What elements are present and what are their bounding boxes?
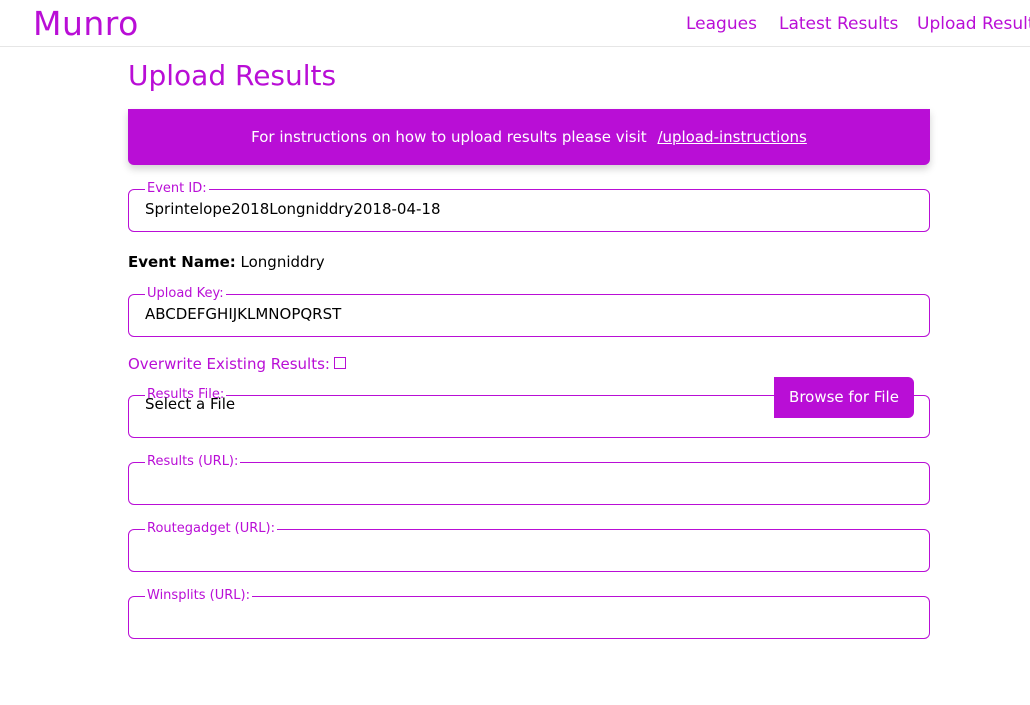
upload-key-input[interactable]: ABCDEFGHIJKLMNOPQRST: [145, 301, 913, 324]
results-url-input[interactable]: [145, 469, 913, 472]
overwrite-checkbox[interactable]: [334, 357, 346, 369]
winsplits-url-input[interactable]: [145, 603, 913, 606]
banner-text: For instructions on how to upload result…: [251, 128, 647, 146]
winsplits-url-field[interactable]: Winsplits (URL):: [128, 589, 930, 639]
event-name-value: Longniddry: [240, 253, 325, 271]
navbar: Munro Leagues Latest Results Upload Resu…: [0, 0, 1030, 47]
routegadget-url-field[interactable]: Routegadget (URL):: [128, 522, 930, 572]
upload-key-label: Upload Key:: [147, 286, 224, 301]
nav-link-upload-results[interactable]: Upload Results: [917, 13, 1030, 35]
browse-for-file-button[interactable]: Browse for File: [774, 377, 914, 418]
upload-key-field[interactable]: Upload Key: ABCDEFGHIJKLMNOPQRST: [128, 287, 930, 337]
event-name: Event Name: Longniddry: [128, 252, 325, 272]
results-file-field[interactable]: Results File: Select a File Browse for F…: [128, 377, 930, 438]
winsplits-url-label: Winsplits (URL):: [147, 588, 250, 603]
results-file-row: Select a File Browse for File: [145, 377, 914, 434]
routegadget-url-input[interactable]: [145, 536, 913, 539]
event-id-input[interactable]: Sprintelope2018Longniddry2018-04-18: [145, 196, 913, 219]
page-title: Upload Results: [128, 59, 337, 92]
event-name-label: Event Name:: [128, 253, 236, 271]
results-url-label: Results (URL):: [147, 454, 239, 469]
instructions-banner: For instructions on how to upload result…: [128, 109, 930, 165]
event-id-field[interactable]: Event ID: Sprintelope2018Longniddry2018-…: [128, 182, 930, 232]
routegadget-url-label: Routegadget (URL):: [147, 521, 276, 536]
results-url-field[interactable]: Results (URL):: [128, 455, 930, 505]
overwrite-label: Overwrite Existing Results:: [128, 355, 330, 373]
nav-link-latest-results[interactable]: Latest Results: [779, 13, 898, 35]
upload-instructions-link[interactable]: /upload-instructions: [657, 128, 806, 146]
brand-logo[interactable]: Munro: [33, 2, 139, 46]
nav-link-leagues[interactable]: Leagues: [686, 13, 757, 35]
event-id-label: Event ID:: [147, 181, 207, 196]
